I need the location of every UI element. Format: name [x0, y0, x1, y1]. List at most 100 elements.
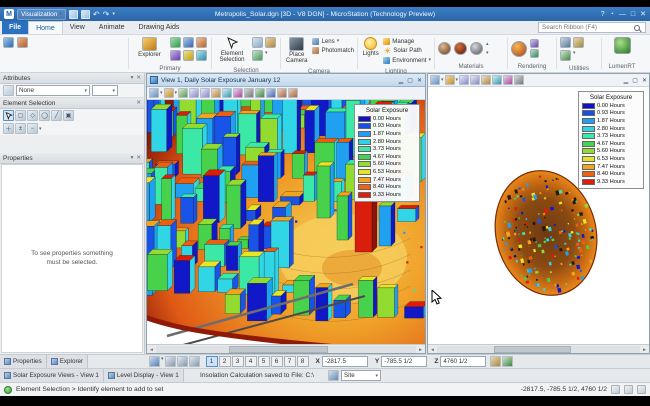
lumenrt-icon[interactable]	[614, 37, 631, 54]
view1-close-button[interactable]: ✕	[417, 77, 422, 84]
materials-up-icon[interactable]: ▴	[486, 41, 489, 47]
adjust-view-icon[interactable]	[178, 88, 188, 98]
undo-icon[interactable]: ↶	[93, 10, 100, 19]
chevron-down-icon[interactable]: ▾	[456, 77, 459, 83]
tile-views-icon[interactable]	[189, 356, 200, 367]
panel-close-icon[interactable]: ✕	[136, 155, 141, 161]
scroll-left-icon[interactable]: ◄	[428, 347, 437, 352]
lens-button[interactable]: Lens ▾	[312, 37, 354, 46]
zoom-in-icon[interactable]	[459, 75, 469, 85]
save-icon[interactable]	[69, 10, 78, 19]
selection-more-icon[interactable]: ▾	[265, 50, 277, 62]
fit-view-icon[interactable]	[222, 88, 232, 98]
individual-selection-icon[interactable]	[3, 110, 14, 121]
panel-pin-icon[interactable]: ▾	[131, 155, 134, 161]
shape-selection-icon[interactable]: ◇	[27, 110, 38, 121]
qat-more-icon[interactable]: ▾	[112, 11, 115, 17]
render-icon[interactable]	[511, 41, 527, 57]
chevron-down-icon[interactable]: ▾	[175, 90, 178, 96]
view1-maximize-button[interactable]: ▢	[407, 77, 413, 84]
view-attributes-icon[interactable]	[430, 75, 440, 85]
view1-minimize-button[interactable]: ▁	[399, 77, 404, 84]
photomatch-button[interactable]: Photomatch	[312, 47, 354, 56]
utilities-more-icon[interactable]: ▾	[573, 50, 585, 62]
fence-tools-icon[interactable]	[252, 37, 263, 48]
explorer-button[interactable]: Explorer	[132, 37, 167, 58]
dock-tab-level-display[interactable]: Level Display - View 1	[104, 369, 184, 382]
display-style-icon[interactable]	[445, 75, 455, 85]
view2-close-button[interactable]: ✕	[642, 77, 647, 84]
dock-tab-solar-exposure-views[interactable]: Solar Exposure Views - View 1	[0, 369, 104, 382]
rotate-view-icon[interactable]	[233, 88, 243, 98]
view-toggle[interactable]: 2	[219, 356, 231, 367]
tab-home[interactable]: Home	[28, 21, 63, 34]
workflow-dropdown[interactable]: Visualization ▾	[17, 9, 66, 20]
close-button[interactable]: ✕	[640, 10, 646, 18]
saved-views-icon[interactable]	[170, 50, 181, 61]
ribbon-search-input[interactable]	[542, 24, 632, 31]
line-selection-icon[interactable]: ╱	[51, 110, 62, 121]
attributes-extra-dropdown[interactable]: ▾	[92, 85, 118, 96]
chevron-down-icon[interactable]: ▾	[161, 356, 164, 367]
lights-button[interactable]: Lights	[361, 37, 380, 57]
solar-path-button[interactable]: ☀ Solar Path	[383, 47, 431, 56]
window-area-icon[interactable]	[481, 75, 491, 85]
material-preview-3[interactable]	[470, 42, 483, 55]
details-icon[interactable]	[196, 50, 207, 61]
view-toggle[interactable]: 7	[284, 356, 296, 367]
models-icon[interactable]	[17, 37, 28, 48]
view2-minimize-button[interactable]: ▁	[624, 77, 629, 84]
view-toggle[interactable]: 3	[232, 356, 244, 367]
dock-tab-explorer[interactable]: Explorer	[47, 355, 88, 368]
active-level-dropdown[interactable]: Site ▾	[341, 370, 381, 381]
panel-close-icon[interactable]: ✕	[136, 100, 141, 106]
view-toggle[interactable]: 1	[206, 356, 218, 367]
zoom-out-icon[interactable]	[470, 75, 480, 85]
view-menu-icon[interactable]	[150, 76, 158, 84]
chevron-down-icon[interactable]: ▾	[441, 77, 444, 83]
selection-options-icon[interactable]: ▾	[39, 126, 42, 132]
scroll-right-icon[interactable]: ►	[640, 347, 649, 352]
view1-title-bar[interactable]: View 1, Daily Solar Exposure January 12 …	[147, 74, 425, 87]
scroll-left-icon[interactable]: ◄	[147, 347, 156, 352]
zoom-out-icon[interactable]	[200, 88, 210, 98]
dock-tab-properties[interactable]: Properties	[0, 355, 47, 368]
help-icon[interactable]: ?	[601, 11, 605, 18]
render-settings-icon[interactable]	[530, 39, 539, 48]
rotate-view-icon[interactable]	[503, 75, 513, 85]
tab-animate[interactable]: Animate	[92, 21, 132, 34]
view2-canvas[interactable]: Solar Exposure 0.00 Hours 0.93 Hours 1.8…	[428, 87, 649, 344]
window-area-icon[interactable]	[211, 88, 221, 98]
user-account-icon[interactable]: ◔	[610, 11, 614, 18]
panel-pin-icon[interactable]: ▾	[131, 75, 134, 81]
view1-hscrollbar[interactable]: ◄ ►	[147, 344, 425, 353]
select-all-icon[interactable]	[265, 37, 276, 48]
materials-down-icon[interactable]: ▾	[486, 50, 489, 56]
walk-icon[interactable]	[255, 88, 265, 98]
material-preview-2[interactable]	[454, 42, 467, 55]
element-selection-button[interactable]: Element Selection	[215, 37, 249, 64]
running-coords-icon[interactable]	[502, 356, 513, 367]
view2-hscrollbar[interactable]: ◄ ►	[428, 344, 649, 353]
view2-maximize-button[interactable]: ▢	[632, 77, 638, 84]
fit-view-icon[interactable]	[492, 75, 502, 85]
subtract-selection-icon[interactable]: −	[27, 123, 38, 134]
chevron-down-icon[interactable]: ▾	[160, 90, 163, 96]
pan-view-icon[interactable]	[244, 88, 254, 98]
view1-canvas[interactable]: Solar Exposure 0.00 Hours 0.93 Hours 1.8…	[147, 100, 425, 344]
new-selection-icon[interactable]: ＋	[3, 123, 14, 134]
raster-manager-icon[interactable]	[183, 37, 194, 48]
zoom-in-icon[interactable]	[189, 88, 199, 98]
z-input[interactable]: 4760 1/2	[440, 356, 486, 367]
render-queue-icon[interactable]	[530, 49, 539, 58]
pan-view-icon[interactable]	[514, 75, 524, 85]
circle-selection-icon[interactable]: ◯	[39, 110, 50, 121]
utility-keyin-icon[interactable]	[560, 37, 571, 48]
scroll-right-icon[interactable]: ►	[416, 347, 425, 352]
fly-icon[interactable]	[266, 88, 276, 98]
add-selection-icon[interactable]: ±	[15, 123, 26, 134]
point-clouds-icon[interactable]	[196, 37, 207, 48]
place-camera-button[interactable]: Place Camera	[284, 37, 309, 65]
display-style-icon[interactable]	[164, 88, 174, 98]
maximize-button[interactable]: □	[631, 11, 635, 18]
